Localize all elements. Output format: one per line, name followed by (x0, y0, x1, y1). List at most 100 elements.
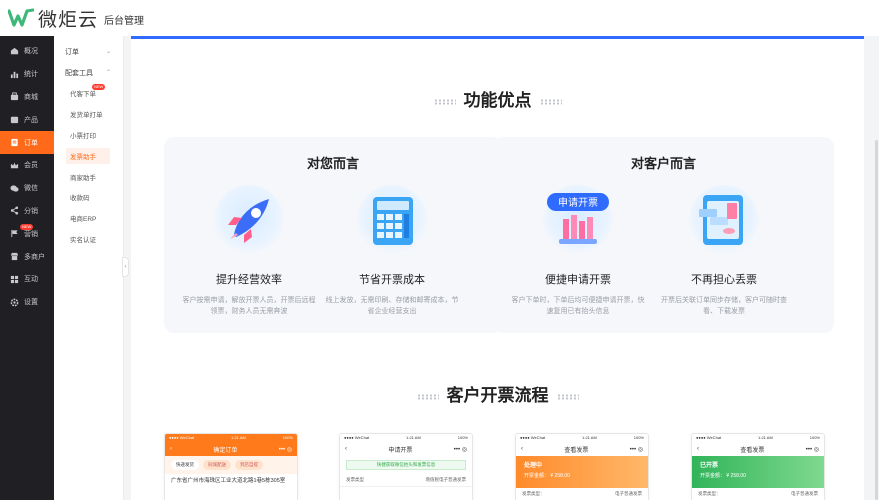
feature-description: 线上发放，无需印刷、存储和邮寄成本，节省企业经营支出 (325, 297, 459, 315)
dots-decoration (539, 98, 562, 105)
nav-item-label: 统计 (24, 71, 38, 79)
gear-icon (9, 297, 19, 307)
calculator-icon (357, 185, 427, 255)
submenu-item-label: 小票打印 (70, 132, 96, 140)
top-accent-stripe (131, 36, 864, 39)
submenu-item-payment-code[interactable]: 收款码 (54, 187, 123, 208)
phone-screen-title: 查看发票 (564, 447, 589, 454)
feature-easy-apply: 申请开票 便捷申请开票 客户下单时，下单后均可便捷申请开票，快速复用已有抬头信息 (503, 185, 653, 317)
nav-item-distribution[interactable]: 分销 (0, 200, 54, 223)
nav-item-label: 会员 (24, 162, 38, 170)
feature-description: 客户按需申请，解放开票人员，开票后远程领票，财务人员无需奔波 (182, 297, 316, 315)
nav-item-stats[interactable]: 统计 (0, 63, 54, 86)
invoice-type-row: 发票类型： 电子普通发票 (516, 488, 648, 500)
section-title-process: 客户开票流程 (131, 381, 864, 406)
invoice-type-row: 发票类型 增值税电子普通发票 (340, 474, 472, 487)
phone-time: 1:21 AM (582, 435, 597, 440)
nav-item-label: 多商户 (24, 253, 45, 261)
invoice-status: 已开票 (700, 463, 719, 469)
back-icon: ‹ (170, 446, 172, 452)
section-title-text: 功能优点 (463, 91, 532, 110)
chevron-down-icon: ⌄ (105, 49, 111, 55)
row-value: 电子普通发票 (615, 491, 642, 496)
submenu-item-label: 发货单打单 (70, 112, 103, 120)
phone-time: 1:21 AM (406, 435, 421, 440)
phone-nav-bar: ‹ 申请开票 ••• ◎ (340, 442, 472, 456)
menu-dots-icon: ••• ◎ (278, 446, 292, 453)
phone-screen-confirm-order: ●●●● WeChat 1:21 AM 100% ‹ 确定订单 ••• ◎ 快递… (164, 433, 298, 500)
invoice-apply-icon: 申请开票 (543, 185, 613, 255)
chevron-up-icon: ⌃ (105, 70, 111, 76)
submenu-item-verification[interactable]: 实名认证 (54, 229, 123, 250)
top-header: 微炬云 后台管理 (0, 0, 879, 36)
submenu-item-erp[interactable]: 电商ERP (54, 208, 123, 229)
nav-item-label: 订单 (24, 139, 38, 147)
phone-screen-view-invoice-issued: ●●●● WeChat 1:21 AM 100% ‹ 查看发票 ••• ◎ 已开… (691, 433, 825, 500)
brand-name: 微炬云 (38, 9, 99, 31)
submenu-item-proxy-order[interactable]: 代客下单 NEW (54, 83, 123, 104)
nav-item-marketing[interactable]: 营销 NEW (0, 222, 54, 245)
feature-description: 客户下单时，下单后均可便捷申请开票，快速复用已有抬头信息 (511, 297, 645, 315)
section-title-text: 客户开票流程 (446, 386, 549, 405)
feature-title: 提升经营效率 (216, 274, 282, 286)
feature-title: 不再担心丢票 (691, 274, 757, 286)
phone-status-bar: ●●●● WeChat 1:21 AM 100% (165, 434, 297, 442)
nav-item-label: 设置 (24, 299, 38, 307)
phone-battery: 100% (282, 435, 293, 440)
phone-screen-view-invoice-processing: ●●●● WeChat 1:21 AM 100% ‹ 查看发票 ••• ◎ 处理… (515, 433, 649, 500)
nav-item-label: 概况 (24, 48, 38, 56)
invoice-status-hero: 处理中 开票金额： ¥ 258.00 (516, 456, 648, 488)
main-content: 功能优点 对您而言 提升经营效率 客户按需申请，解放开票人员，开票后远程领票，财… (131, 36, 864, 500)
submenu-item-merchant-assistant[interactable]: 商家助手 (54, 166, 123, 187)
submenu-item-shipping-print[interactable]: 发货单打单 (54, 104, 123, 125)
menu-dots-icon: ••• ◎ (629, 446, 643, 453)
invoice-amount: 开票金额： ¥ 258.00 (524, 473, 570, 479)
submenu-item-invoice-assistant[interactable]: 发票助手 (54, 145, 123, 166)
phone-nav-bar: ‹ 查看发票 ••• ◎ (516, 442, 648, 456)
chart-icon (9, 69, 19, 79)
crown-icon (9, 160, 19, 170)
delivery-address: 广东省广州市海珠区工业大道北路1巷5栋305室 (171, 478, 286, 484)
nav-item-orders[interactable]: 订单 (0, 131, 54, 154)
panel-title: 对您而言 (306, 156, 359, 171)
collapse-menu-button[interactable]: ‹ (122, 257, 129, 277)
submenu-item-receipt-print[interactable]: 小票打印 (54, 125, 123, 146)
phone-nav-bar: ‹ 查看发票 ••• ◎ (692, 442, 824, 456)
invoice-status-hero: 已开票 开票金额： ¥ 258.00 (692, 456, 824, 488)
nav-item-mall[interactable]: 商城 (0, 86, 54, 109)
panel-for-merchant: 对您而言 提升经营效率 客户按需申请，解放开票人员，开票后远程领票，财务人员无需… (164, 137, 502, 333)
phone-carrier: ●●●● WeChat (696, 435, 722, 440)
nav-item-settings[interactable]: 设置 (0, 291, 54, 314)
submenu-item-label: 代客下单 (70, 91, 96, 99)
share-icon (9, 206, 19, 216)
invoice-amount: 开票金额： ¥ 258.00 (700, 473, 746, 479)
nav-item-label: 分销 (24, 207, 38, 215)
nav-item-interaction[interactable]: 互动 (0, 268, 54, 291)
nav-item-products[interactable]: 产品 (0, 108, 54, 131)
rocket-icon (214, 185, 284, 255)
submenu-group-orders[interactable]: 订单 ⌄ (54, 41, 123, 62)
submenu-group-tools[interactable]: 配套工具 ⌃ (54, 62, 123, 83)
page-scrollbar[interactable] (875, 140, 878, 500)
feature-description: 开票后关联订单同步存储，客户可随时查看、下载发票 (661, 297, 787, 315)
phone-status-bar: ●●●● WeChat 1:21 AM 100% (340, 434, 472, 442)
phone-battery: 100% (457, 435, 468, 440)
panel-for-customer: 对客户而言 申请开票 便捷申请开票 客户下单时，下单后均可便捷申请开票，快速复用… (493, 137, 834, 333)
row-label: 发票类型 (346, 477, 364, 482)
tab-local-delivery: 同城配送 (203, 460, 231, 470)
nav-item-wechat[interactable]: 微信 (0, 177, 54, 200)
phone-screen-title: 申请开票 (388, 447, 413, 454)
feature-title: 便捷申请开票 (545, 274, 611, 286)
submenu-group-label: 订单 (65, 48, 79, 56)
nav-item-overview[interactable]: 概况 (0, 40, 54, 63)
submenu-item-label: 电商ERP (70, 216, 97, 224)
submenu-item-label: 商家助手 (70, 174, 96, 182)
nav-item-members[interactable]: 会员 (0, 154, 54, 177)
tab-express: 快递发货 (171, 460, 199, 470)
nav-item-label: 营销 (24, 230, 38, 238)
row-label: 发票类型： (522, 491, 545, 496)
phone-time: 1:21 AM (758, 435, 773, 440)
wechat-title-banner: 快捷获取微信抬头和发票信息 (346, 460, 466, 470)
nav-item-multi-merchant[interactable]: 多商户 (0, 245, 54, 268)
feature-title: 节省开票成本 (359, 274, 425, 286)
